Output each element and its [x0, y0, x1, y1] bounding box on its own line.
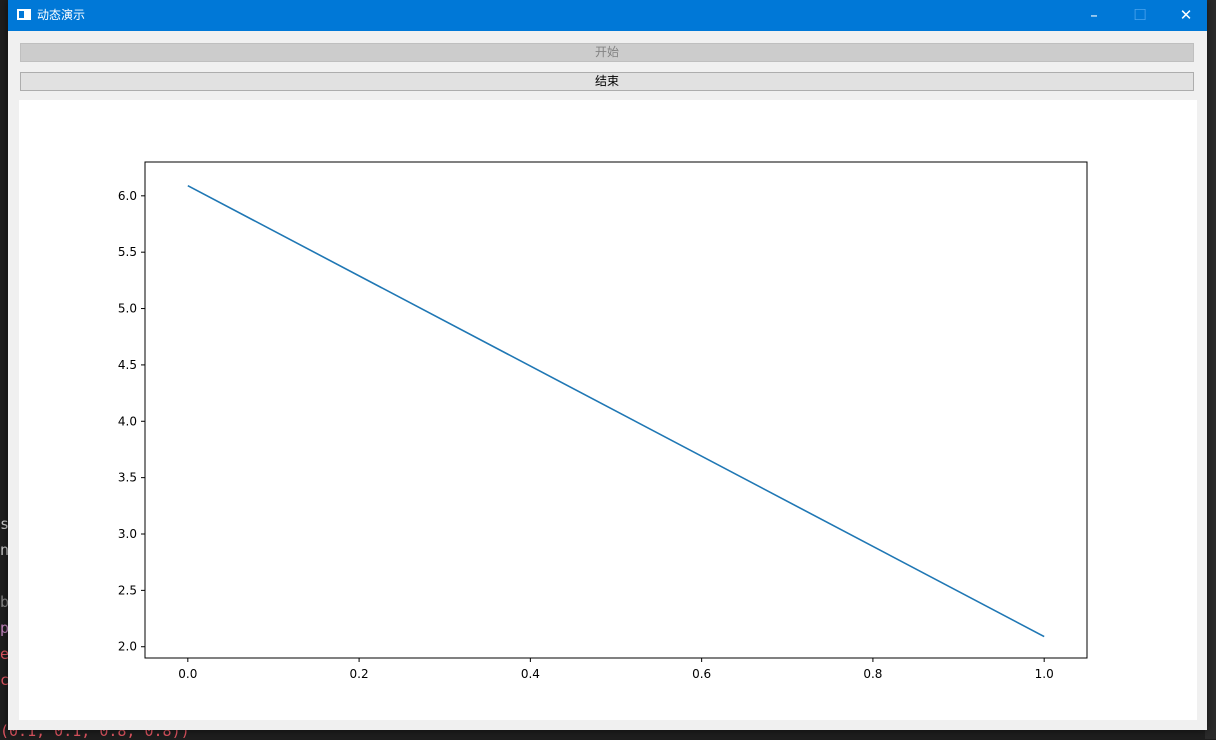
y-tick-label: 6.0 [118, 189, 137, 203]
x-tick-label: 0.6 [692, 667, 711, 681]
app-window-icon [17, 9, 31, 20]
y-tick-label: 2.5 [118, 583, 137, 597]
minimize-button[interactable]: – [1071, 0, 1117, 31]
line-chart: 0.0 0.2 0.4 0.6 0.8 1.0 2.0 2.5 3.0 3.5 4.0 4.5 5.0 5… [118, 161, 1088, 681]
y-tick-label: 5.5 [118, 245, 137, 259]
end-button[interactable]: 结束 [20, 72, 1194, 91]
plot-canvas: 0.0 0.2 0.4 0.6 0.8 1.0 2.0 2.5 3.0 3.5 4.0 4.5 5.0 5… [19, 100, 1197, 720]
plot-area-frame [144, 161, 1088, 659]
app-window: 动态演示 – ☐ ✕ 开始 结束 0.0 0.2 0.4 0.6 0.8 1.0 2.0 2.… [8, 0, 1207, 730]
series-line [187, 184, 1045, 638]
y-tick-label: 5.0 [118, 302, 137, 316]
y-tick-label: 4.0 [118, 414, 137, 428]
x-tick-label: 0.2 [350, 667, 369, 681]
start-button[interactable]: 开始 [20, 43, 1194, 62]
x-tick-label: 0.0 [178, 667, 197, 681]
close-button[interactable]: ✕ [1163, 0, 1209, 31]
x-tick-label: 0.8 [863, 667, 882, 681]
y-tick-label: 3.5 [118, 471, 137, 485]
y-tick-label: 4.5 [118, 358, 137, 372]
y-tick-label: 2.0 [118, 640, 137, 654]
title-bar[interactable]: 动态演示 – ☐ ✕ [8, 0, 1207, 31]
maximize-button[interactable]: ☐ [1117, 0, 1163, 31]
y-tick-label: 3.0 [118, 527, 137, 541]
x-tick-label: 1.0 [1035, 667, 1054, 681]
x-tick-label: 0.4 [521, 667, 540, 681]
window-title: 动态演示 [37, 8, 86, 22]
